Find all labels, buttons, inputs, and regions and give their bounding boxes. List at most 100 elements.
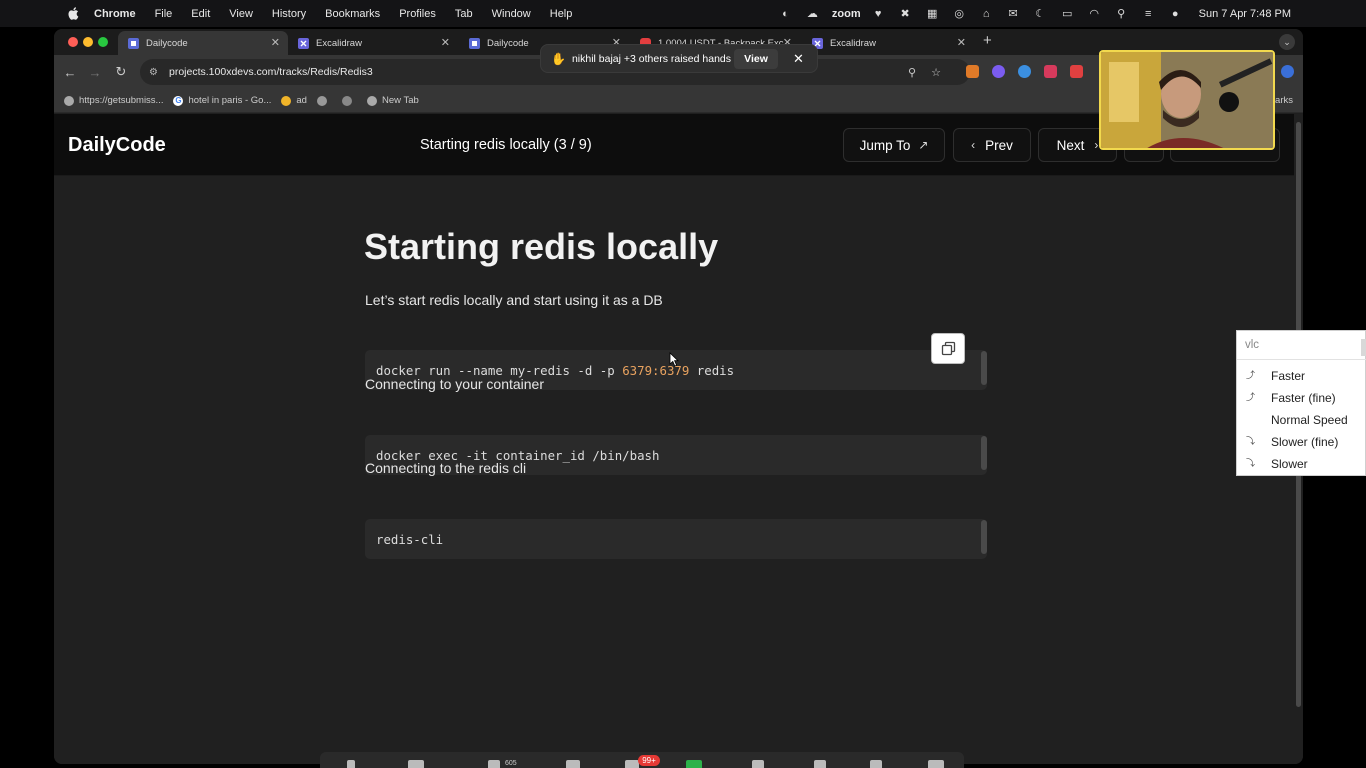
cloud-icon[interactable]: ☁ xyxy=(805,8,820,20)
brand-logo[interactable]: DailyCode xyxy=(68,134,166,157)
bookmark-new-tab[interactable]: New Tab xyxy=(366,95,419,106)
notification-view-button[interactable]: View xyxy=(734,49,778,69)
siri-icon[interactable]: ● xyxy=(1168,8,1183,20)
bookmark-getsubmiss[interactable]: https://getsubmiss... xyxy=(64,95,163,106)
window-minimize-button[interactable] xyxy=(83,37,93,47)
vlc-speed-menu: vlc ⤴ Faster ⤴ Faster (fine) Normal Spee… xyxy=(1236,330,1366,476)
vlc-menu-faster-fine[interactable]: Faster (fine) xyxy=(1271,391,1336,405)
creative-cloud-icon[interactable]: ◎ xyxy=(952,8,967,20)
excalidraw-favicon-icon xyxy=(298,37,309,49)
menu-edit[interactable]: Edit xyxy=(191,8,210,20)
bookmark-hotel-paris[interactable]: G hotel in paris - Go... xyxy=(173,95,271,106)
tab-search-chevron-icon[interactable]: ⌄ xyxy=(1279,34,1295,50)
chat-icon[interactable] xyxy=(566,760,580,768)
dailycode-favicon-icon xyxy=(128,37,139,49)
zoom-tray-label[interactable]: zoom xyxy=(832,8,861,20)
vlc-menu-faster[interactable]: Faster xyxy=(1271,369,1305,383)
notification-close-icon[interactable]: ✕ xyxy=(793,51,804,67)
menu-window[interactable]: Window xyxy=(492,8,531,20)
new-tab-plus-icon[interactable]: + xyxy=(983,32,992,49)
more-icon[interactable] xyxy=(928,760,944,768)
tab-title: Dailycode xyxy=(487,37,529,49)
vlc-menu-normal-speed[interactable]: Normal Speed xyxy=(1271,413,1348,427)
vlc-search-field[interactable]: vlc xyxy=(1237,331,1366,360)
presenter-video[interactable] xyxy=(1099,50,1275,150)
spotlight-search-icon[interactable]: ⚲ xyxy=(1114,8,1129,20)
screen-share-icon[interactable]: ◐ xyxy=(778,8,793,20)
wifi-icon[interactable]: ◠ xyxy=(1087,8,1102,20)
code-scrollbar[interactable] xyxy=(981,436,987,470)
site-settings-icon[interactable]: ⚙ xyxy=(149,67,161,78)
reactions-icon[interactable] xyxy=(625,760,639,768)
phantom-extension-icon[interactable] xyxy=(992,65,1005,78)
window-zoom-button[interactable] xyxy=(98,37,108,47)
vpn-icon[interactable]: ♥ xyxy=(871,8,886,20)
menu-history[interactable]: History xyxy=(272,8,306,20)
battery-icon[interactable]: ▭ xyxy=(1060,8,1075,20)
microphone-icon[interactable] xyxy=(347,760,355,768)
forward-arrow-icon[interactable]: → xyxy=(87,64,103,80)
bookmark-star-icon[interactable]: ☆ xyxy=(929,65,943,79)
focus-moon-icon[interactable]: ☾ xyxy=(1033,8,1048,20)
section-text: Let’s start redis locally and start usin… xyxy=(365,292,663,308)
pause-share-icon[interactable] xyxy=(752,760,764,768)
prev-button[interactable]: ‹ Prev xyxy=(953,128,1031,162)
grid-app-icon[interactable]: ▦ xyxy=(925,8,940,20)
vlc-menu-slower-fine[interactable]: Slower (fine) xyxy=(1271,435,1338,449)
mail-icon[interactable]: ✉ xyxy=(1006,8,1021,20)
menu-app-chrome[interactable]: Chrome xyxy=(94,8,136,20)
code-scrollbar[interactable] xyxy=(981,520,987,554)
section-text: Connecting to the redis cli xyxy=(365,460,527,476)
notification-text: nikhil bajaj +3 others raised hands xyxy=(571,52,732,65)
presenter-person-icon xyxy=(1101,52,1273,148)
menu-view[interactable]: View xyxy=(229,8,253,20)
video-camera-icon[interactable] xyxy=(408,760,424,768)
tab-close-icon[interactable]: ✕ xyxy=(271,36,280,49)
extension-icon[interactable] xyxy=(1070,65,1083,78)
reload-icon[interactable]: ↻ xyxy=(113,64,129,80)
bookmark-settings[interactable] xyxy=(341,95,357,106)
back-arrow-icon[interactable]: ← xyxy=(62,64,78,80)
faster-icon: ⤴ xyxy=(1246,370,1256,380)
bookmark-ad[interactable]: ad xyxy=(281,95,307,106)
address-bar-url[interactable]: projects.100xdevs.com/tracks/Redis/Redis… xyxy=(169,66,373,78)
participants-icon[interactable] xyxy=(488,760,500,768)
menu-file[interactable]: File xyxy=(155,8,173,20)
share-screen-icon[interactable] xyxy=(686,760,702,768)
menu-help[interactable]: Help xyxy=(550,8,573,20)
annotate-icon[interactable] xyxy=(814,760,826,768)
extension-icon[interactable] xyxy=(1018,65,1031,78)
vlc-search-text[interactable]: vlc xyxy=(1245,339,1259,351)
apps-icon[interactable] xyxy=(870,760,882,768)
all-bookmarks-label[interactable]: arks xyxy=(1275,95,1293,106)
tab-close-icon[interactable]: ✕ xyxy=(957,36,966,49)
mouse-cursor-icon xyxy=(669,352,679,367)
code-scrollbar[interactable] xyxy=(981,351,987,385)
tab-excalidraw-2[interactable]: Excalidraw ✕ xyxy=(802,31,974,55)
tab-close-icon[interactable]: ✕ xyxy=(441,36,450,49)
chrome-menu-icon[interactable] xyxy=(1281,65,1294,78)
vlc-menu-slower[interactable]: Slower xyxy=(1271,457,1308,471)
copy-code-button[interactable] xyxy=(931,333,965,364)
hand-icon xyxy=(281,95,292,106)
window-close-button[interactable] xyxy=(68,37,78,47)
tab-excalidraw[interactable]: Excalidraw ✕ xyxy=(288,31,458,55)
apple-icon[interactable] xyxy=(66,7,80,21)
section-text: Connecting to your container xyxy=(365,376,544,392)
menu-tab[interactable]: Tab xyxy=(455,8,473,20)
code-block[interactable]: redis-cli xyxy=(365,519,987,559)
bookmark-globe[interactable] xyxy=(316,95,332,106)
lesson-title: Starting redis locally (3 / 9) xyxy=(420,137,592,153)
tab-dailycode-active[interactable]: Dailycode ✕ xyxy=(118,31,288,55)
zoom-magnifier-icon[interactable]: ⚲ xyxy=(905,65,919,79)
button-label: Jump To xyxy=(859,137,911,153)
menu-profiles[interactable]: Profiles xyxy=(399,8,436,20)
control-center-icon[interactable]: ≡ xyxy=(1141,8,1156,20)
extension-icon[interactable] xyxy=(1044,65,1057,78)
menubar-clock[interactable]: Sun 7 Apr 7:48 PM xyxy=(1199,8,1291,20)
house-icon[interactable]: ⌂ xyxy=(979,8,994,20)
menu-bookmarks[interactable]: Bookmarks xyxy=(325,8,380,20)
x-app-icon[interactable]: ✖ xyxy=(898,8,913,20)
metamask-extension-icon[interactable] xyxy=(966,65,979,78)
jump-to-button[interactable]: Jump To ↗ xyxy=(843,128,945,162)
